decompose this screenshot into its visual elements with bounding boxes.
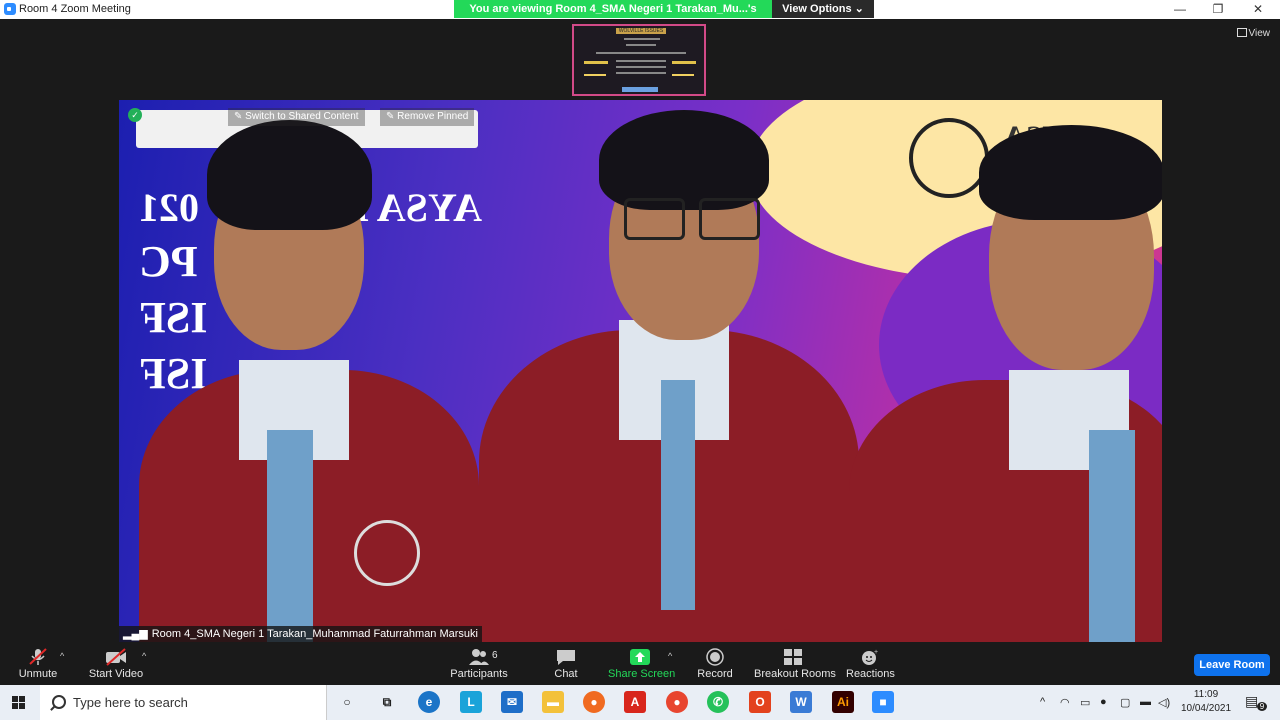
share-options-caret[interactable]: ^ xyxy=(668,651,672,661)
record-icon xyxy=(706,648,724,666)
zoom-taskbar-icon[interactable]: ■ xyxy=(872,691,894,713)
unmute-label: Unmute xyxy=(18,668,58,680)
reactions-icon: + xyxy=(862,649,878,665)
active-speaker-video[interactable]: AYSA FEST 021 PC ISF ISF AYSA xyxy=(119,100,1162,642)
view-options-button[interactable]: View Options ⌄ xyxy=(772,0,874,18)
screen-share-banner: You are viewing Room 4_SMA Negeri 1 Tara… xyxy=(454,0,874,33)
view-layout-button[interactable]: View xyxy=(1236,28,1271,39)
whatsapp-icon[interactable]: ✆ xyxy=(707,691,729,713)
aysa-logo-icon xyxy=(909,118,989,198)
tray-overflow-icon[interactable]: ^ xyxy=(1040,696,1045,708)
pin-icon: ✎ xyxy=(234,111,246,122)
network-icon[interactable]: ◠ xyxy=(1060,696,1070,709)
windows-start-icon[interactable] xyxy=(12,696,26,710)
remove-pin-label: Remove Pinned xyxy=(397,111,469,122)
notification-count: 9 xyxy=(1257,702,1267,711)
audio-options-caret[interactable]: ^ xyxy=(60,651,64,661)
view-label: View xyxy=(1248,28,1271,39)
device-icon[interactable]: ▭ xyxy=(1080,696,1090,709)
reactions-label: Reactions xyxy=(846,668,895,680)
share-screen-button[interactable]: Share Screen xyxy=(608,648,676,680)
volume-icon[interactable]: ◁) xyxy=(1158,696,1170,709)
system-clock[interactable]: 11:09 10/04/2021 xyxy=(1176,688,1236,716)
taskbar-search-box[interactable]: Type here to search xyxy=(40,685,327,720)
l-app-icon[interactable]: L xyxy=(460,691,482,713)
acrobat-icon[interactable]: A xyxy=(624,691,646,713)
participant-name-text: Room 4_SMA Negeri 1 Tarakan_Muhammad Fat… xyxy=(151,628,478,640)
grid-view-icon xyxy=(1236,28,1247,37)
viewing-screen-message: You are viewing Room 4_SMA Negeri 1 Tara… xyxy=(454,0,772,33)
breakout-rooms-label: Breakout Rooms xyxy=(754,668,836,680)
office-icon[interactable]: O xyxy=(749,691,771,713)
background-text-3: PC xyxy=(139,237,198,286)
chrome-icon[interactable]: ● xyxy=(666,691,688,713)
share-screen-label: Share Screen xyxy=(608,668,676,680)
microphone-icon[interactable]: ● xyxy=(1100,696,1107,708)
chat-label: Chat xyxy=(554,668,578,680)
breakout-rooms-button[interactable]: Breakout Rooms xyxy=(754,648,836,680)
chat-tray-icon[interactable]: ▢ xyxy=(1120,696,1130,709)
shield-icon: ✓ xyxy=(128,108,142,122)
record-label: Record xyxy=(697,668,733,680)
zoom-app-icon xyxy=(4,3,16,15)
start-video-label: Start Video xyxy=(88,668,144,680)
window-title-bar: Room 4 Zoom Meeting You are viewing Room… xyxy=(0,0,1280,33)
windows-taskbar: Type here to search ○ ⧉ e L ✉ ▬ ● A ● ✆ … xyxy=(0,685,1280,720)
battery-icon[interactable]: ▬ xyxy=(1140,696,1151,708)
chat-button[interactable]: Chat xyxy=(546,648,586,680)
start-video-button[interactable]: Start Video xyxy=(88,648,144,680)
task-view-icon[interactable]: ⧉ xyxy=(376,691,398,713)
switch-label: Switch to Shared Content xyxy=(245,111,359,122)
shared-screen-thumbnail[interactable]: WOLVILLE ISSUES xyxy=(572,24,706,96)
pin-icon: ✎ xyxy=(386,111,398,122)
minimize-button[interactable]: — xyxy=(1162,1,1198,18)
reactions-button[interactable]: + Reactions xyxy=(846,648,895,680)
chat-icon xyxy=(557,650,575,665)
close-button[interactable]: ✕ xyxy=(1240,1,1276,18)
window-title: Room 4 Zoom Meeting xyxy=(19,3,131,15)
switch-to-shared-content-button[interactable]: ✎ Switch to Shared Content xyxy=(228,108,365,126)
search-icon xyxy=(52,695,66,709)
signal-icon: ▂▄▆ xyxy=(123,628,148,640)
background-text-2: 021 xyxy=(139,185,199,230)
wps-icon[interactable]: W xyxy=(790,691,812,713)
breakout-rooms-icon xyxy=(784,649,802,665)
record-button[interactable]: Record xyxy=(695,648,735,680)
firefox-icon[interactable]: ● xyxy=(583,691,605,713)
background-text-4: ISF xyxy=(139,293,208,342)
thumbnail-title: WOLVILLE ISSUES xyxy=(616,28,666,34)
unmute-button[interactable]: Unmute xyxy=(18,648,58,680)
mail-icon[interactable]: ✉ xyxy=(501,691,523,713)
file-explorer-icon[interactable]: ▬ xyxy=(542,691,564,713)
cortana-icon[interactable]: ○ xyxy=(336,691,358,713)
search-placeholder: Type here to search xyxy=(73,695,188,710)
restore-button[interactable]: ❐ xyxy=(1200,1,1236,18)
video-off-icon xyxy=(106,648,126,666)
thumbnail-footer xyxy=(622,87,658,92)
svg-text:+: + xyxy=(874,649,878,656)
participants-button[interactable]: 6 Participants xyxy=(450,648,508,680)
participants-label: Participants xyxy=(450,668,508,680)
edge-icon[interactable]: e xyxy=(418,691,440,713)
meeting-toolbar: Unmute ^ Start Video ^ 6 Participants Ch… xyxy=(0,645,1280,685)
leave-room-button[interactable]: Leave Room xyxy=(1194,654,1270,676)
remove-pin-button[interactable]: ✎ Remove Pinned xyxy=(380,108,475,126)
school-badge-icon xyxy=(354,520,420,586)
participant-name-label: ▂▄▆ Room 4_SMA Negeri 1 Tarakan_Muhammad … xyxy=(119,626,482,642)
illustrator-icon[interactable]: Ai xyxy=(832,691,854,713)
clock-date: 10/04/2021 xyxy=(1180,703,1232,714)
share-screen-icon xyxy=(630,649,650,665)
video-options-caret[interactable]: ^ xyxy=(142,651,146,661)
participants-count: 6 xyxy=(492,650,498,661)
clock-time: 11:09 xyxy=(1193,689,1219,700)
muted-microphone-icon xyxy=(29,648,47,665)
participants-icon xyxy=(469,649,489,665)
